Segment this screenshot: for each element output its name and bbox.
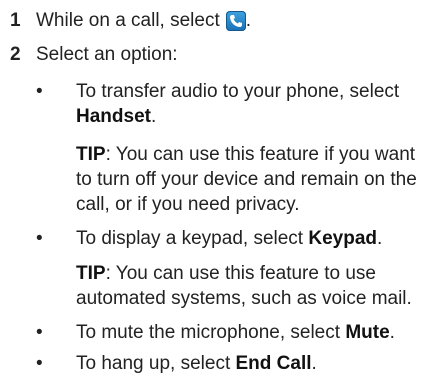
option-text: To transfer audio to your phone, select	[76, 81, 400, 102]
clipped-heading: ​	[0, 0, 425, 8]
step-number: 1	[10, 10, 21, 31]
option-mute: Mute	[345, 322, 390, 343]
tip-block: TIP: You can use this feature to use aut…	[76, 261, 421, 311]
option-handset: Handset	[76, 106, 151, 127]
option-text: To display a keypad, select	[76, 228, 309, 249]
bullet-icon: •	[36, 353, 43, 374]
tip-label: TIP	[76, 263, 106, 284]
step-number: 2	[10, 44, 21, 65]
option-end-call: End Call	[235, 353, 312, 374]
bullet-icon: •	[36, 322, 43, 343]
tip-text: : You can use this feature if you want t…	[76, 144, 417, 215]
bullet-icon: •	[36, 81, 43, 102]
tip-label: TIP	[76, 144, 106, 165]
phone-handset-icon	[225, 11, 246, 31]
list-item: • To transfer audio to your phone, selec…	[36, 81, 400, 127]
option-keypad: Keypad	[308, 228, 377, 249]
step-text: While on a call, select	[36, 10, 220, 31]
bullet-icon: •	[36, 228, 43, 249]
option-text: To mute the microphone, select	[76, 322, 346, 343]
step-text: Select an option:	[36, 44, 178, 65]
tip-text: : You can use this feature to use automa…	[76, 263, 412, 309]
tip-block: TIP: You can use this feature if you wan…	[76, 142, 421, 217]
option-text: To hang up, select	[76, 353, 236, 374]
